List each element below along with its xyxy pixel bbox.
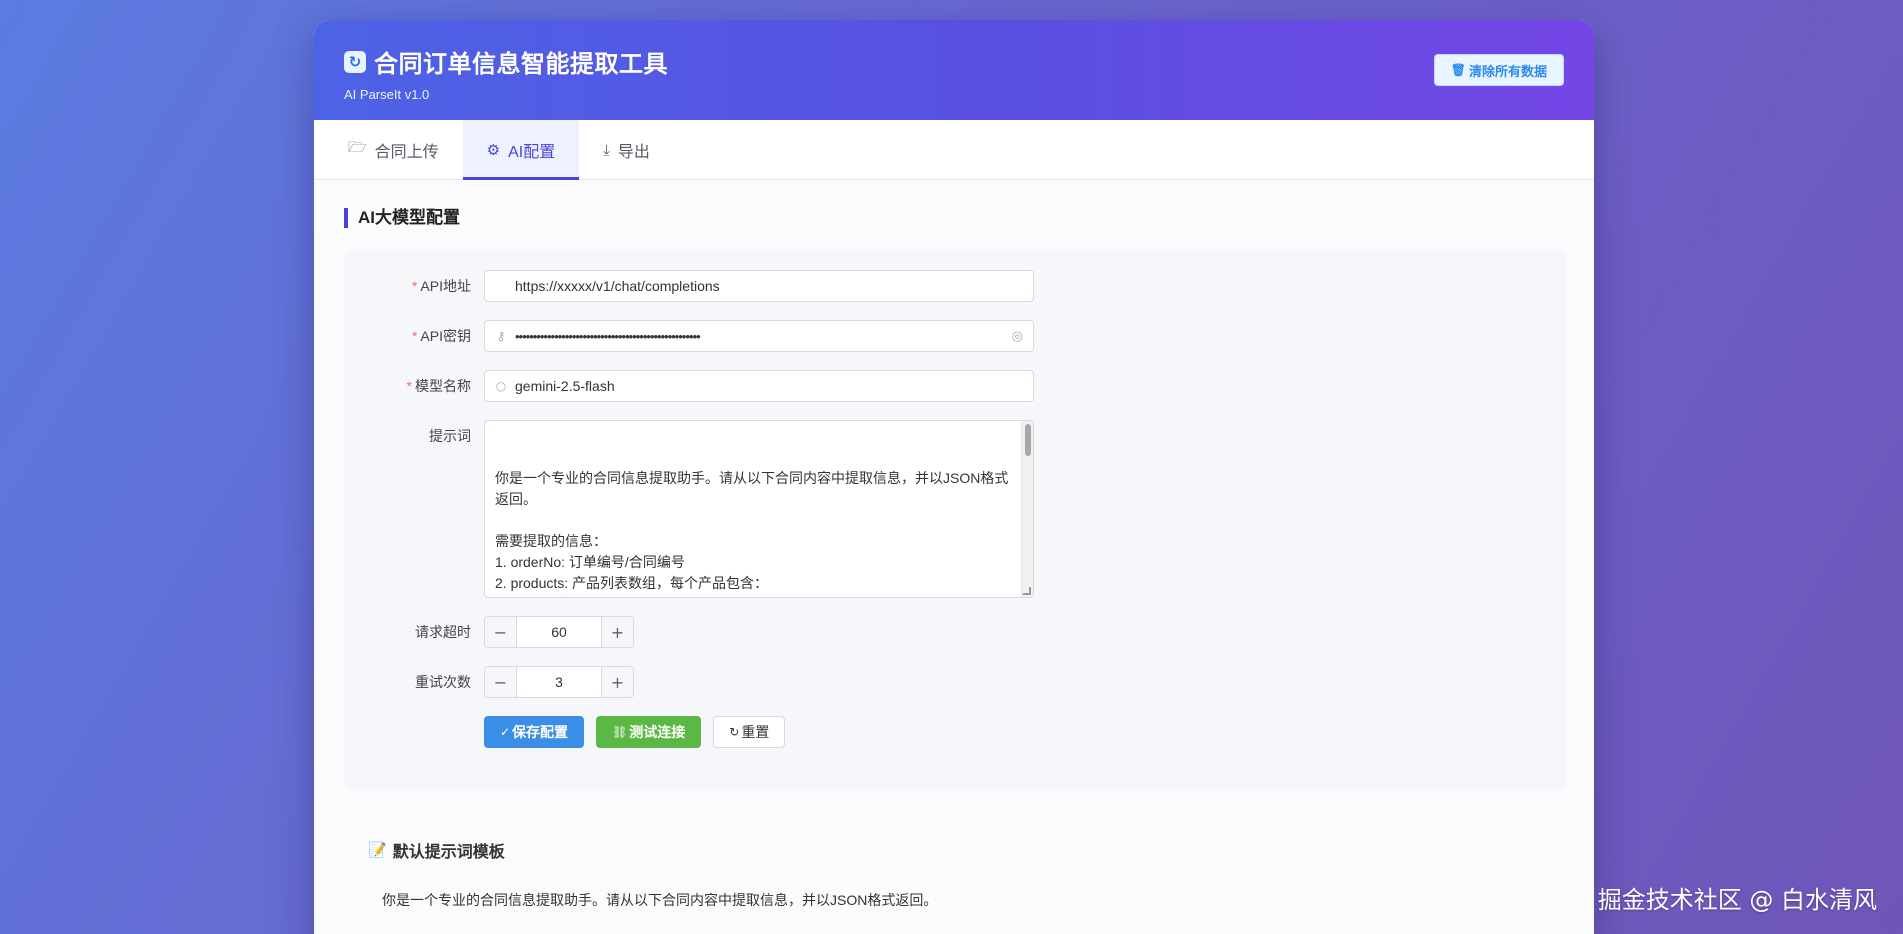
template-text: 你是一个专业的合同信息提取助手。请从以下合同内容中提取信息，并以JSON格式返回… — [382, 892, 938, 908]
section-title: AI大模型配置 — [344, 208, 1564, 228]
eye-hidden-icon[interactable]: ◎ — [1012, 329, 1023, 344]
required-mark: * — [406, 378, 412, 394]
refresh-icon: ↻ — [729, 725, 740, 739]
app-title: 合同订单信息智能提取工具 — [374, 51, 668, 78]
form-row-prompt: 提示词 你是一个专业的合同信息提取助手。请从以下合同内容中提取信息，并以JSON… — [344, 420, 1566, 598]
clear-all-data-label: 清除所有数据 — [1468, 63, 1547, 79]
prompt-textarea[interactable]: 你是一个专业的合同信息提取助手。请从以下合同内容中提取信息，并以JSON格式返回… — [484, 420, 1034, 598]
api-url-label-text: API地址 — [420, 278, 471, 294]
retries-label: 重试次数 — [415, 674, 471, 690]
api-url-input[interactable]: https://xxxxx/v1/chat/completions — [484, 270, 1034, 302]
prompt-text: 你是一个专业的合同信息提取助手。请从以下合同内容中提取信息，并以JSON格式返回… — [495, 470, 1009, 597]
clear-all-data-button[interactable]: 🗑 清除所有数据 — [1433, 54, 1564, 86]
save-config-label: 保存配置 — [512, 724, 569, 740]
retries-decrement-button[interactable]: − — [485, 667, 517, 697]
link-icon: ⛓ — [612, 725, 628, 739]
check-icon: ✓ — [500, 725, 511, 739]
tab-label: 合同上传 — [374, 143, 439, 161]
api-key-label: * API密钥 — [344, 320, 484, 352]
test-connection-button[interactable]: ⛓ 测试连接 — [596, 716, 702, 748]
template-title-text: 默认提示词模板 — [392, 844, 505, 861]
tab-export[interactable]: ⤓ 导出 — [579, 120, 674, 179]
form-row-model: * 模型名称 ○ gemini-2.5-flash — [344, 370, 1566, 402]
trash-icon: 🗑 — [1450, 63, 1466, 77]
scrollbar-thumb[interactable] — [1025, 424, 1031, 456]
title-row: ↻ 合同订单信息智能提取工具 — [344, 44, 1564, 79]
test-connection-label: 测试连接 — [629, 724, 686, 740]
gear-icon: ⚙ — [486, 140, 501, 159]
save-config-button[interactable]: ✓ 保存配置 — [484, 716, 585, 748]
required-mark: * — [411, 328, 418, 344]
default-prompt-template: 📝 默认提示词模板 你是一个专业的合同信息提取助手。请从以下合同内容中提取信息，… — [344, 790, 1564, 910]
form-row-api-key: * API密钥 ⚷ •••••••••••••••••••••••••••••••… — [344, 320, 1566, 352]
app-header: ↻ 合同订单信息智能提取工具 AI ParseIt v1.0 🗑 清除所有数据 — [314, 20, 1594, 120]
watermark: 掘金技术社区 @ 白水清风 — [1597, 886, 1877, 914]
tab-contract-upload[interactable]: 🗁 合同上传 — [324, 120, 463, 179]
app-window: ↻ 合同订单信息智能提取工具 AI ParseIt v1.0 🗑 清除所有数据 … — [314, 20, 1594, 934]
model-value: gemini-2.5-flash — [515, 378, 615, 394]
retries-stepper: − 3 + — [484, 666, 634, 698]
resize-handle[interactable] — [1023, 587, 1031, 595]
model-label: * 模型名称 — [344, 370, 484, 402]
tab-content: AI大模型配置 * API地址 https://xxxxx/v1/chat/com… — [314, 180, 1594, 934]
api-url-label: * API地址 — [344, 270, 484, 302]
form-row-retries: 重试次数 − 3 + — [344, 666, 1566, 698]
cpu-icon: ○ — [495, 379, 507, 393]
reset-label: 重置 — [741, 724, 770, 740]
model-input[interactable]: ○ gemini-2.5-flash — [484, 370, 1034, 402]
reset-button[interactable]: ↻ 重置 — [713, 716, 786, 748]
required-mark: * — [411, 278, 418, 294]
key-icon: ⚷ — [496, 329, 506, 343]
api-key-input[interactable]: ⚷ ••••••••••••••••••••••••••••••••••••••… — [484, 320, 1034, 352]
api-key-value: ••••••••••••••••••••••••••••••••••••••••… — [515, 328, 701, 344]
refresh-icon: ↻ — [344, 50, 366, 73]
form-actions: ✓ 保存配置 ⛓ 测试连接 ↻ 重置 — [344, 716, 1566, 748]
tab-bar: 🗁 合同上传 ⚙ AI配置 ⤓ 导出 — [314, 120, 1594, 180]
form-row-api-url: * API地址 https://xxxxx/v1/chat/completions — [344, 270, 1566, 302]
app-subtitle: AI ParseIt v1.0 — [344, 87, 430, 102]
template-title: 📝 默认提示词模板 — [368, 838, 1544, 862]
folder-icon: 🗁 — [348, 138, 367, 156]
tab-ai-config[interactable]: ⚙ AI配置 — [462, 120, 580, 180]
timeout-decrement-button[interactable]: − — [485, 617, 517, 647]
model-label-text: 模型名称 — [415, 378, 471, 394]
timeout-stepper: − 60 + — [484, 616, 634, 648]
prompt-scrollbar[interactable] — [1021, 421, 1033, 597]
tab-label: AI配置 — [508, 143, 556, 161]
tab-label: 导出 — [617, 143, 650, 161]
form-row-timeout: 请求超时 − 60 + — [344, 616, 1566, 648]
memo-icon: 📝 — [368, 841, 387, 859]
prompt-label: 提示词 — [429, 428, 471, 444]
timeout-label: 请求超时 — [415, 624, 471, 640]
ai-config-form: * API地址 https://xxxxx/v1/chat/completions… — [344, 250, 1566, 790]
api-key-label-text: API密钥 — [420, 328, 471, 344]
retries-value[interactable]: 3 — [517, 667, 601, 697]
timeout-value[interactable]: 60 — [517, 617, 601, 647]
api-url-value: https://xxxxx/v1/chat/completions — [515, 278, 720, 294]
timeout-increment-button[interactable]: + — [601, 617, 633, 647]
download-icon: ⤓ — [603, 140, 610, 159]
retries-increment-button[interactable]: + — [601, 667, 633, 697]
